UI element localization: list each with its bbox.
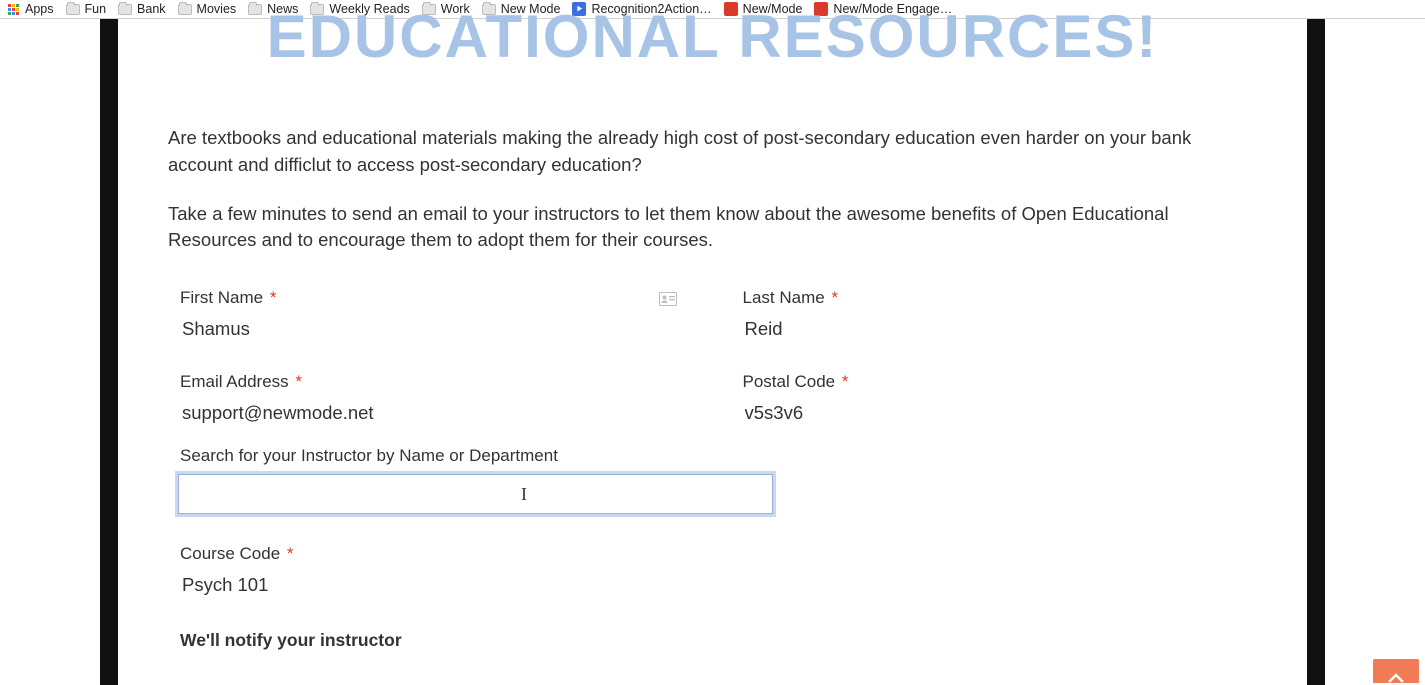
- postal-label: Postal Code *: [743, 372, 1246, 392]
- label-text: Last Name: [743, 288, 825, 307]
- last-name-field-wrap: Last Name *: [743, 288, 1246, 344]
- required-marker: *: [842, 372, 849, 391]
- content-column: EDUCATIONAL RESOURCES! Are textbooks and…: [118, 19, 1307, 685]
- folder-icon: [118, 2, 132, 16]
- contact-card-icon: [659, 292, 677, 311]
- side-column-left: [100, 19, 118, 685]
- first-name-field-wrap: First Name *: [180, 288, 683, 344]
- label-text: Email Address: [180, 372, 289, 391]
- apps-icon: [6, 2, 20, 16]
- bookmark-fun[interactable]: Fun: [66, 2, 107, 16]
- course-field-wrap: Course Code *: [168, 544, 1257, 600]
- search-label: Search for your Instructor by Name or De…: [180, 446, 1257, 466]
- postal-input[interactable]: [743, 398, 1246, 428]
- bookmark-label: Fun: [85, 2, 107, 16]
- bookmark-label: Bank: [137, 2, 166, 16]
- label-text: Postal Code: [743, 372, 836, 391]
- side-column-right: [1307, 19, 1325, 685]
- intro-paragraph-2: Take a few minutes to send an email to y…: [168, 201, 1257, 255]
- bookmark-label: Apps: [25, 2, 54, 16]
- page-title: EDUCATIONAL RESOURCES!: [168, 7, 1257, 67]
- notify-instructor-text: We'll notify your instructor: [168, 630, 1257, 651]
- intro-paragraph-1: Are textbooks and educational materials …: [168, 125, 1257, 179]
- required-marker: *: [295, 372, 302, 391]
- course-code-input[interactable]: [180, 570, 427, 600]
- scroll-to-top-button[interactable]: [1373, 659, 1419, 683]
- first-name-input[interactable]: [180, 314, 683, 344]
- page: EDUCATIONAL RESOURCES! Are textbooks and…: [0, 19, 1425, 685]
- form: First Name * Last Name * Email Address: [168, 288, 1257, 428]
- bookmark-bank[interactable]: Bank: [118, 2, 166, 16]
- first-name-label: First Name *: [180, 288, 683, 308]
- last-name-label: Last Name *: [743, 288, 1246, 308]
- postal-field-wrap: Postal Code *: [743, 372, 1246, 428]
- required-marker: *: [270, 288, 277, 307]
- chevron-up-icon: [1387, 671, 1405, 685]
- email-field-wrap: Email Address *: [180, 372, 683, 428]
- instructor-search-input[interactable]: [178, 474, 773, 514]
- folder-icon: [66, 2, 80, 16]
- course-label: Course Code *: [180, 544, 294, 563]
- bookmark-apps[interactable]: Apps: [6, 2, 54, 16]
- email-input[interactable]: [180, 398, 683, 428]
- email-label: Email Address *: [180, 372, 683, 392]
- required-marker: *: [287, 544, 294, 563]
- last-name-input[interactable]: [743, 314, 1246, 344]
- search-wrap: I: [180, 474, 775, 514]
- required-marker: *: [831, 288, 838, 307]
- label-text: First Name: [180, 288, 263, 307]
- label-text: Course Code: [180, 544, 280, 563]
